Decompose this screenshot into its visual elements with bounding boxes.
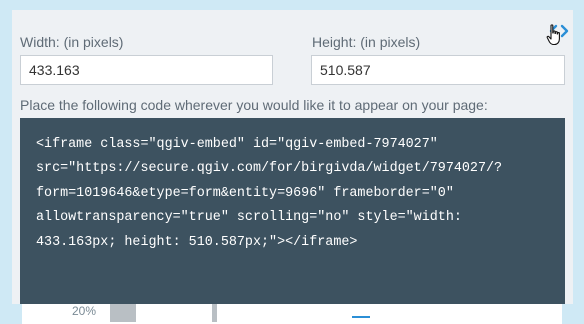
background-bar bbox=[212, 304, 217, 322]
background-link[interactable] bbox=[352, 304, 370, 318]
hand-pointer-icon bbox=[546, 24, 560, 46]
embed-code-block[interactable]: <iframe class="qgiv-embed" id="qgiv-embe… bbox=[20, 118, 565, 304]
background-percent-text: 20% bbox=[72, 304, 97, 318]
width-label: Width: (in pixels) bbox=[20, 34, 124, 50]
embed-instruction: Place the following code wherever you wo… bbox=[20, 97, 488, 113]
background-page bbox=[22, 304, 562, 324]
height-input[interactable] bbox=[311, 55, 565, 85]
background-shape bbox=[110, 304, 136, 322]
width-input[interactable] bbox=[20, 55, 273, 85]
height-label: Height: (in pixels) bbox=[312, 34, 421, 50]
